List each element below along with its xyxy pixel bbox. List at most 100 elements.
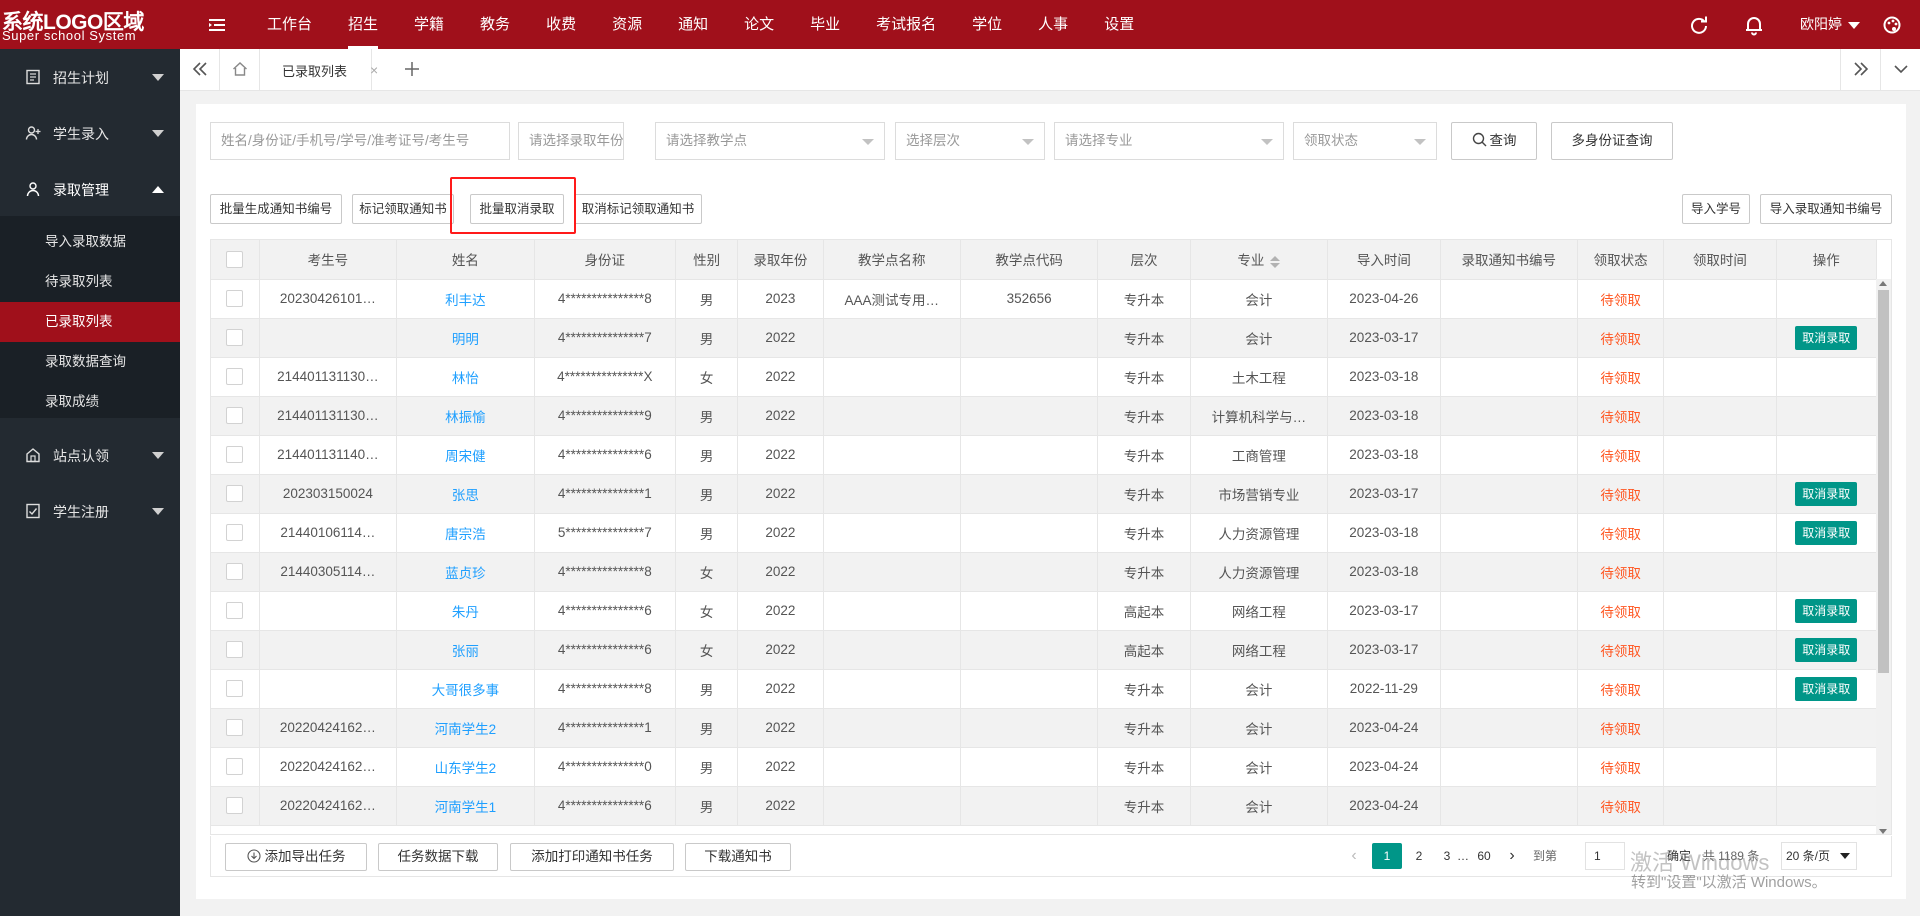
top-nav-item-degree[interactable]: 学位: [954, 0, 1020, 49]
cancel-admission-button[interactable]: 取消录取: [1795, 520, 1858, 545]
sidebar-item-admission-scores[interactable]: 录取成绩: [0, 382, 180, 422]
add-print-notice-task-button[interactable]: 添加打印通知书任务: [510, 843, 674, 871]
student-name-link[interactable]: 河南学生1: [435, 800, 497, 815]
page-size-select[interactable]: 20 条/页: [1781, 842, 1857, 870]
menu-toggle-icon[interactable]: [206, 14, 228, 36]
checkbox[interactable]: [226, 602, 244, 619]
student-name-link[interactable]: 蓝贞珍: [445, 566, 486, 581]
table-row[interactable]: 20220424162… 山东学生2 4***************0 男 2022 专…: [211, 747, 1878, 787]
teaching-site-select[interactable]: 请选择教学点: [655, 122, 885, 160]
sidebar-item-admitted-list[interactable]: 已录取列表: [0, 302, 180, 342]
tabs-menu-button[interactable]: [1880, 49, 1920, 90]
table-row[interactable]: 21440106114… 唐宗浩 5***************7 男 2022 专升本…: [211, 513, 1878, 553]
sidebar-group-student-entry[interactable]: 学生录入: [0, 105, 180, 161]
checkbox[interactable]: [226, 290, 244, 307]
top-nav-item-admission[interactable]: 招生: [330, 0, 396, 49]
add-export-task-button[interactable]: 添加导出任务: [225, 843, 367, 871]
checkbox[interactable]: [226, 407, 244, 424]
bell-icon[interactable]: [1743, 14, 1765, 36]
page-2[interactable]: 2: [1409, 843, 1429, 869]
sidebar-item-pending-admission[interactable]: 待录取列表: [0, 262, 180, 302]
sort-icon[interactable]: [1270, 255, 1281, 268]
top-nav-item-status[interactable]: 学籍: [396, 0, 462, 49]
table-row[interactable]: 明明 4***************7 男 2022 专升本 会计 2023-03-17 待…: [211, 318, 1878, 358]
table-row[interactable]: 张丽 4***************6 女 2022 高起本 网络工程 2023-03-1…: [211, 630, 1878, 670]
table-row[interactable]: 214401131130… 林怡 4***************X 女 2022 专升本…: [211, 357, 1878, 397]
scroll-down-icon[interactable]: [1879, 829, 1887, 834]
top-nav-item-exam-registration[interactable]: 考试报名: [858, 0, 954, 49]
top-nav-item-settings[interactable]: 设置: [1086, 0, 1152, 49]
table-row[interactable]: 21440305114… 蓝贞珍 4***************8 女 2022 专升本…: [211, 552, 1878, 592]
checkbox[interactable]: [226, 758, 244, 775]
task-data-download-button[interactable]: 任务数据下载: [378, 843, 498, 871]
multi-id-search-button[interactable]: 多身份证查询: [1551, 122, 1673, 160]
cancel-admission-button[interactable]: 取消录取: [1795, 676, 1858, 701]
page-1[interactable]: 1: [1372, 843, 1402, 869]
unmark-notice-received-button[interactable]: 取消标记领取通知书: [574, 194, 702, 224]
admission-year-select[interactable]: 请选择录取年份: [518, 122, 624, 160]
major-select[interactable]: 请选择专业: [1054, 122, 1284, 160]
user-menu[interactable]: 欧阳婷: [1800, 0, 1860, 49]
cancel-admission-button[interactable]: 取消录取: [1795, 325, 1858, 350]
page-last[interactable]: 60: [1473, 843, 1495, 869]
checkbox[interactable]: [226, 524, 244, 541]
checkbox[interactable]: [226, 563, 244, 580]
checkbox[interactable]: [226, 485, 244, 502]
student-name-link[interactable]: 河南学生2: [435, 722, 497, 737]
checkbox[interactable]: [226, 641, 244, 658]
table-row[interactable]: 朱丹 4***************6 女 2022 高起本 网络工程 2023-03-1…: [211, 591, 1878, 631]
level-select[interactable]: 选择层次: [895, 122, 1045, 160]
checkbox[interactable]: [226, 797, 244, 814]
sidebar-item-admission-query[interactable]: 录取数据查询: [0, 342, 180, 382]
column-header-major[interactable]: 专业: [1190, 240, 1329, 280]
sidebar-group-student-registration[interactable]: 学生注册: [0, 483, 180, 539]
header-select-all[interactable]: [211, 240, 260, 280]
prev-page-icon[interactable]: ‹: [1345, 843, 1363, 869]
top-nav-item-resources[interactable]: 资源: [594, 0, 660, 49]
table-row[interactable]: 大哥很多事 4***************8 男 2022 专升本 会计 2022-11-…: [211, 669, 1878, 709]
table-row[interactable]: 20220424162… 河南学生1 4***************6 男 2022 专…: [211, 786, 1878, 826]
top-nav-item-fees[interactable]: 收费: [528, 0, 594, 49]
student-name-link[interactable]: 朱丹: [452, 605, 479, 620]
cancel-admission-button[interactable]: 取消录取: [1795, 481, 1858, 506]
refresh-icon[interactable]: [1688, 14, 1710, 36]
scrollbar-thumb[interactable]: [1878, 290, 1889, 673]
scroll-up-icon[interactable]: [1879, 281, 1887, 286]
checkbox[interactable]: [226, 719, 244, 736]
student-name-link[interactable]: 大哥很多事: [432, 683, 500, 698]
student-name-link[interactable]: 张丽: [452, 644, 479, 659]
keyword-search-input[interactable]: 姓名/身份证/手机号/学号/准考证号/考生号: [210, 122, 510, 160]
cancel-admission-button[interactable]: 取消录取: [1795, 637, 1858, 662]
checkbox[interactable]: [226, 250, 244, 268]
checkbox[interactable]: [226, 446, 244, 463]
student-name-link[interactable]: 林振愉: [445, 410, 486, 425]
page-3[interactable]: 3: [1437, 843, 1457, 869]
top-nav-item-graduation[interactable]: 毕业: [792, 0, 858, 49]
tabs-scroll-left-button[interactable]: [180, 49, 220, 90]
checkbox[interactable]: [226, 329, 244, 346]
table-row[interactable]: 202303150024 张思 4***************1 男 2022 专升本市…: [211, 474, 1878, 514]
table-row[interactable]: 214401131140… 周宋健 4***************6 男 2022 专升…: [211, 435, 1878, 475]
sidebar-group-site-claim[interactable]: 站点认领: [0, 427, 180, 483]
download-notice-button[interactable]: 下载通知书: [685, 843, 791, 871]
top-nav-item-workbench[interactable]: 工作台: [249, 0, 330, 49]
top-nav-item-academic[interactable]: 教务: [462, 0, 528, 49]
mark-notice-received-button[interactable]: 标记领取通知书: [352, 194, 454, 224]
add-tab-button[interactable]: [402, 58, 422, 80]
table-row[interactable]: 20220424162… 河南学生2 4***************1 男 2022 专…: [211, 708, 1878, 748]
top-nav-item-notices[interactable]: 通知: [660, 0, 726, 49]
search-button[interactable]: 查询: [1451, 122, 1537, 160]
student-name-link[interactable]: 唐宗浩: [445, 527, 486, 542]
tabs-scroll-right-button[interactable]: [1840, 49, 1880, 90]
goto-page-input[interactable]: 1: [1585, 842, 1625, 870]
table-row[interactable]: 20230426101… 利丰达 4***************8 男 2023 AAA…: [211, 279, 1878, 319]
next-page-icon[interactable]: ›: [1503, 843, 1521, 869]
student-name-link[interactable]: 利丰达: [445, 293, 486, 308]
receive-status-select[interactable]: 领取状态: [1293, 122, 1437, 160]
import-student-no-button[interactable]: 导入学号: [1682, 194, 1750, 224]
student-name-link[interactable]: 山东学生2: [435, 761, 497, 776]
student-name-link[interactable]: 林怡: [452, 371, 479, 386]
home-button[interactable]: [220, 49, 260, 90]
student-name-link[interactable]: 张思: [452, 488, 479, 503]
sidebar-group-enrollment-plan[interactable]: 招生计划: [0, 49, 180, 105]
